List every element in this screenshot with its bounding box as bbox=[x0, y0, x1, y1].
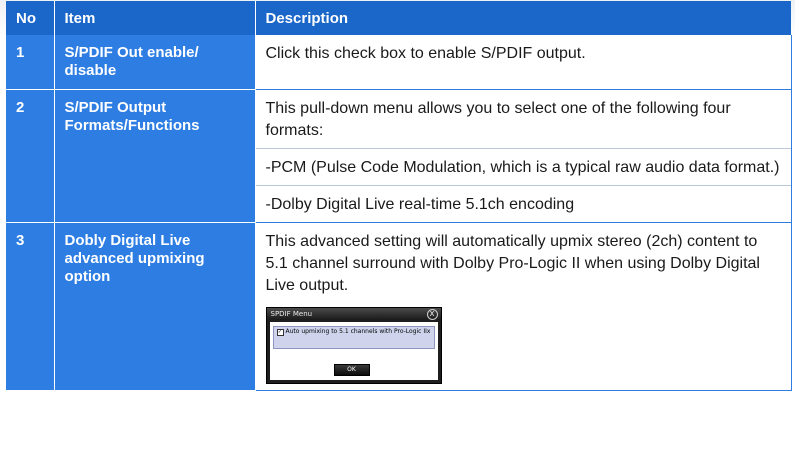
row-description: Click this check box to enable S/PDIF ou… bbox=[255, 35, 792, 90]
header-item: Item bbox=[54, 1, 256, 35]
item-text: S/PDIF Out enable/ bbox=[64, 44, 199, 61]
spdif-menu-dialog: SPDIF Menu X ✓ Auto upmixing to 5.1 chan… bbox=[265, 307, 442, 384]
spec-table: No Item Description 1 S/PDIF Out enable/… bbox=[6, 1, 792, 391]
dialog-title: SPDIF Menu bbox=[266, 308, 441, 320]
table-row: 2 S/PDIF Output Formats/Functions This p… bbox=[6, 89, 792, 223]
row-item: S/PDIF Output Formats/Functions bbox=[54, 89, 256, 223]
table-header-row: No Item Description bbox=[6, 1, 791, 35]
item-text: Formats/Functions bbox=[64, 117, 200, 134]
row-number: 2 bbox=[6, 89, 55, 223]
row-number: 3 bbox=[6, 222, 55, 391]
item-text: option bbox=[64, 268, 111, 285]
item-text: Dobly Digital Live bbox=[64, 232, 191, 249]
header-description: Description bbox=[255, 1, 791, 35]
description-text: Click this check box to enable S/PDIF ou… bbox=[265, 45, 586, 62]
item-text: advanced upmixing bbox=[64, 250, 205, 267]
item-text: S/PDIF Output bbox=[64, 99, 167, 116]
close-icon[interactable]: X bbox=[426, 309, 438, 320]
item-text: disable bbox=[64, 62, 117, 79]
table-row: 3 Dobly Digital Live advanced upmixing o… bbox=[6, 222, 792, 391]
checkbox-checked-icon[interactable]: ✓ bbox=[276, 329, 284, 336]
row-description: This advanced setting will automatically… bbox=[255, 222, 792, 391]
header-no: No bbox=[6, 1, 55, 35]
row-item: S/PDIF Out enable/ disable bbox=[54, 35, 256, 90]
row-description: This pull-down menu allows you to select… bbox=[255, 89, 792, 223]
dialog-body: ✓ Auto upmixing to 5.1 channels with Pro… bbox=[269, 322, 438, 380]
description-text: -PCM (Pulse Code Modulation, which is a … bbox=[255, 148, 791, 185]
description-text: This advanced setting will automatically… bbox=[265, 233, 760, 294]
ok-button[interactable]: OK bbox=[333, 364, 370, 376]
description-text: This pull-down menu allows you to select… bbox=[265, 100, 731, 139]
upmix-option-label: Auto upmixing to 5.1 channels with Pro-L… bbox=[285, 328, 431, 335]
row-number: 1 bbox=[6, 35, 55, 90]
row-item: Dobly Digital Live advanced upmixing opt… bbox=[54, 222, 256, 391]
upmix-option[interactable]: ✓ Auto upmixing to 5.1 channels with Pro… bbox=[272, 326, 435, 349]
table-row: 1 S/PDIF Out enable/ disable Click this … bbox=[6, 35, 792, 90]
description-text: -Dolby Digital Live real-time 5.1ch enco… bbox=[255, 185, 791, 222]
